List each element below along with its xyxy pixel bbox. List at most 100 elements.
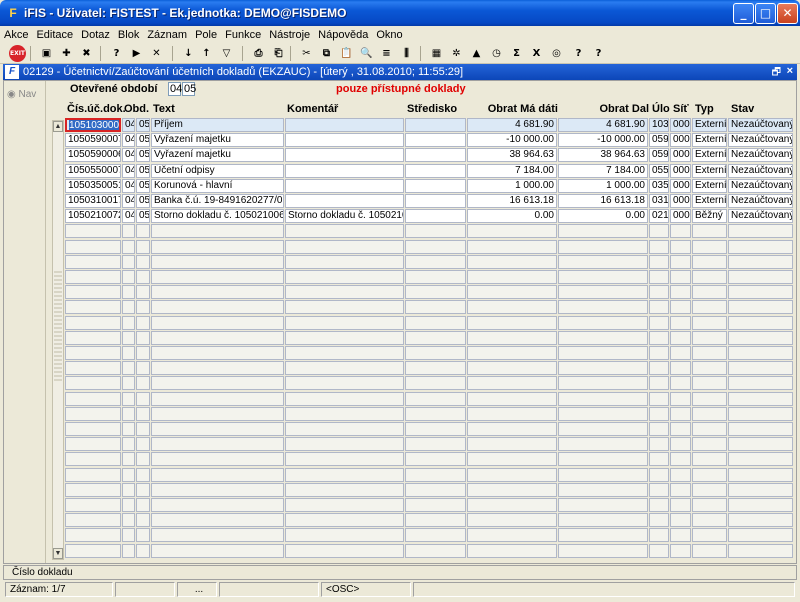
cell-status[interactable]	[728, 482, 793, 497]
cell-task[interactable]	[649, 224, 669, 239]
cell-network[interactable]	[670, 346, 691, 360]
cell-task[interactable]	[649, 482, 669, 497]
cell-task[interactable]	[649, 361, 669, 376]
save-icon[interactable]: ▣	[38, 45, 55, 62]
cell-credit[interactable]	[558, 406, 648, 421]
cell-status[interactable]	[728, 270, 793, 284]
cell-period-year[interactable]	[122, 467, 135, 482]
cell-comment[interactable]	[285, 437, 404, 452]
cell-period-month[interactable]	[136, 437, 150, 452]
cell-debit[interactable]	[467, 391, 557, 406]
cell-debit[interactable]	[467, 330, 557, 345]
cell-debit[interactable]	[467, 270, 557, 284]
cell-type[interactable]	[692, 528, 727, 543]
cell-status[interactable]	[728, 330, 793, 345]
cell-status[interactable]	[728, 437, 793, 452]
cell-period-month[interactable]: 05	[136, 209, 150, 224]
document-close-button[interactable]: ×	[787, 65, 793, 77]
cell-credit[interactable]: 4 681.90	[558, 118, 648, 132]
cell-status[interactable]: Nezaúčtovaný	[728, 178, 793, 193]
cell-period-month[interactable]	[136, 239, 150, 254]
cell-credit[interactable]: -10 000.00	[558, 133, 648, 148]
cell-period-month[interactable]: 05	[136, 148, 150, 163]
cell-cost-center[interactable]	[405, 346, 466, 360]
scroll-up-icon[interactable]: ▲	[53, 121, 63, 132]
cell-doc-number[interactable]	[65, 391, 121, 406]
cell-cost-center[interactable]	[405, 482, 466, 497]
cell-type[interactable]	[692, 406, 727, 421]
cell-comment[interactable]	[285, 148, 404, 163]
cell-text[interactable]: Korunová - hlavní	[151, 178, 284, 193]
close-button[interactable]: ✕	[777, 3, 798, 24]
cell-debit[interactable]: 1 000.00	[467, 178, 557, 193]
cell-comment[interactable]	[285, 361, 404, 376]
cell-text[interactable]	[151, 300, 284, 315]
cell-cost-center[interactable]	[405, 376, 466, 391]
cell-type[interactable]: Externí	[692, 133, 727, 148]
cell-comment[interactable]	[285, 254, 404, 269]
list-icon[interactable]: ≡	[378, 45, 395, 62]
cell-debit[interactable]	[467, 224, 557, 239]
cell-text[interactable]	[151, 498, 284, 512]
cell-period-month[interactable]	[136, 467, 150, 482]
cell-network[interactable]	[670, 300, 691, 315]
cell-type[interactable]: Externí	[692, 163, 727, 178]
cell-doc-number[interactable]: 1050310017	[65, 194, 121, 208]
cell-comment[interactable]	[285, 528, 404, 543]
cell-period-month[interactable]	[136, 285, 150, 300]
cell-period-year[interactable]: 04	[122, 118, 135, 132]
delete-record-icon[interactable]: ✖	[78, 45, 95, 62]
cell-task[interactable]	[649, 300, 669, 315]
cell-debit[interactable]: 7 184.00	[467, 163, 557, 178]
cell-status[interactable]	[728, 254, 793, 269]
filter-icon[interactable]: ▽	[218, 45, 235, 62]
cell-debit[interactable]	[467, 376, 557, 391]
cell-debit[interactable]: 0.00	[467, 209, 557, 224]
scroll-down-icon[interactable]: ▼	[53, 548, 63, 559]
cell-status[interactable]	[728, 528, 793, 543]
cell-network[interactable]	[670, 467, 691, 482]
cell-comment[interactable]	[285, 178, 404, 193]
cell-debit[interactable]	[467, 315, 557, 330]
cell-cost-center[interactable]	[405, 498, 466, 512]
cell-status[interactable]: Nezaúčtovaný	[728, 133, 793, 148]
sort-asc-icon[interactable]: ↓	[180, 45, 197, 62]
cell-network[interactable]	[670, 315, 691, 330]
cell-task[interactable]: 021	[649, 209, 669, 224]
cell-debit[interactable]	[467, 254, 557, 269]
cell-period-year[interactable]	[122, 315, 135, 330]
cell-type[interactable]	[692, 346, 727, 360]
cell-period-year[interactable]: 04	[122, 178, 135, 193]
cell-type[interactable]: Externí	[692, 148, 727, 163]
cell-text[interactable]	[151, 285, 284, 300]
cell-debit[interactable]: 38 964.63	[467, 148, 557, 163]
cell-doc-number[interactable]: 1050350051	[65, 178, 121, 193]
cell-network[interactable]	[670, 498, 691, 512]
cell-doc-number[interactable]	[65, 422, 121, 436]
cell-period-month[interactable]: 05	[136, 133, 150, 148]
cell-type[interactable]	[692, 300, 727, 315]
cell-comment[interactable]	[285, 498, 404, 512]
cell-text[interactable]: Účetní odpisy	[151, 163, 284, 178]
cell-credit[interactable]: 38 964.63	[558, 148, 648, 163]
cell-cost-center[interactable]	[405, 148, 466, 163]
cell-doc-number[interactable]	[65, 528, 121, 543]
cell-comment[interactable]	[285, 391, 404, 406]
cell-task[interactable]	[649, 543, 669, 558]
cell-period-month[interactable]	[136, 391, 150, 406]
cell-status[interactable]: Nezaúčtovaný	[728, 163, 793, 178]
paste-icon[interactable]: 📋	[338, 45, 355, 62]
cell-period-year[interactable]	[122, 422, 135, 436]
cell-cost-center[interactable]	[405, 209, 466, 224]
cell-debit[interactable]	[467, 482, 557, 497]
copy-icon[interactable]: ⧉	[318, 45, 335, 62]
cell-debit[interactable]	[467, 437, 557, 452]
cell-text[interactable]	[151, 391, 284, 406]
cell-credit[interactable]	[558, 224, 648, 239]
cell-period-month[interactable]	[136, 300, 150, 315]
cell-type[interactable]	[692, 543, 727, 558]
cell-comment[interactable]	[285, 300, 404, 315]
cell-task[interactable]: 035	[649, 178, 669, 193]
cell-cost-center[interactable]	[405, 254, 466, 269]
cell-period-year[interactable]: 04	[122, 148, 135, 163]
